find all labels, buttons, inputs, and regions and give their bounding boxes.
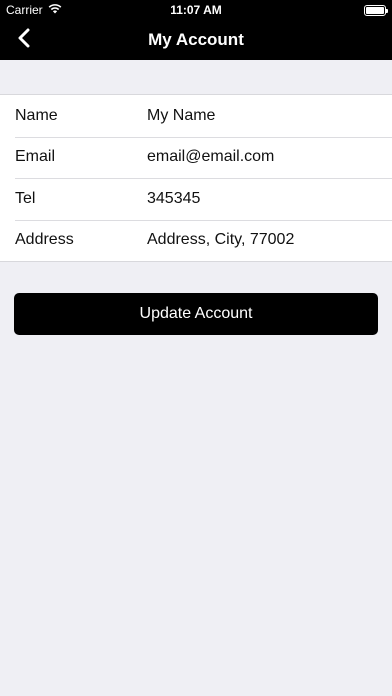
email-row: Email	[0, 136, 392, 179]
account-form: Name Email Tel Address	[0, 94, 392, 262]
name-field[interactable]	[147, 100, 380, 131]
tel-row: Tel	[0, 178, 392, 220]
status-time: 11:07 AM	[170, 3, 222, 17]
email-label: Email	[15, 148, 56, 166]
battery-icon	[364, 5, 388, 16]
tel-field[interactable]	[147, 183, 380, 214]
name-row: Name	[0, 95, 392, 137]
status-bar: Carrier 11:07 AM	[0, 0, 392, 20]
tel-label: Tel	[15, 189, 36, 207]
navigation-bar: My Account	[0, 20, 392, 60]
update-account-button[interactable]: Update Account	[14, 293, 378, 335]
name-label: Name	[15, 106, 58, 124]
email-field[interactable]	[147, 142, 380, 173]
address-label: Address	[15, 231, 74, 249]
address-row: Address	[0, 219, 392, 262]
page-title: My Account	[148, 30, 244, 49]
address-field[interactable]	[147, 225, 380, 256]
